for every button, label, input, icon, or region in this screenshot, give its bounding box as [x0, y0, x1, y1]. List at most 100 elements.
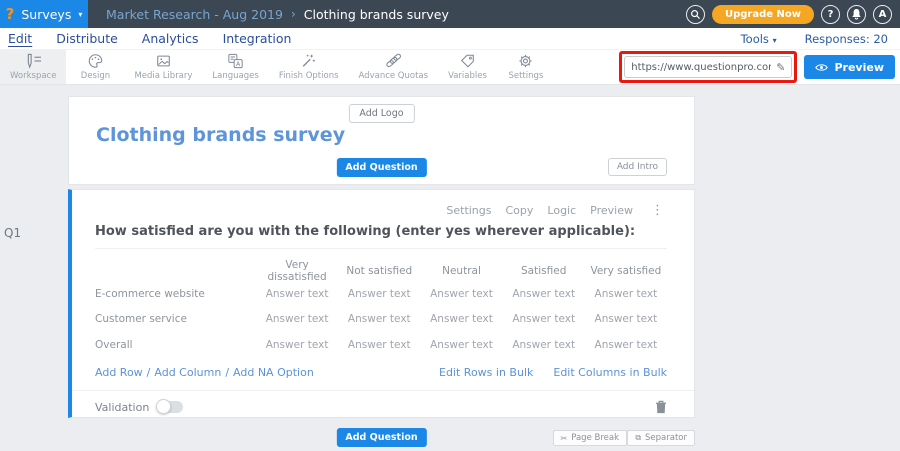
question-card: Settings Copy Logic Preview ⋮ How satisf…: [68, 189, 695, 418]
grid-row: Customer service Answer text Answer text…: [95, 307, 667, 333]
answer-cell[interactable]: Answer text: [503, 288, 585, 300]
toolbar-item-label: Languages: [212, 71, 258, 81]
question-mark-icon: ?: [828, 9, 834, 20]
toolbar-item-languages[interactable]: A Languages: [202, 50, 268, 84]
answer-cell[interactable]: Answer text: [256, 339, 338, 351]
help-button[interactable]: ?: [821, 5, 840, 24]
product-label: Surveys: [21, 7, 71, 22]
responses-count-link[interactable]: Responses: 20: [805, 32, 888, 46]
add-question-button-top[interactable]: Add Question: [336, 158, 426, 177]
answer-cell[interactable]: Answer text: [420, 339, 502, 351]
toolbar-item-workspace[interactable]: Workspace: [0, 50, 66, 84]
answer-cell[interactable]: Answer text: [338, 288, 420, 300]
divider: [95, 248, 667, 249]
svg-text:A: A: [236, 61, 241, 68]
question-actions: Settings Copy Logic Preview ⋮: [446, 203, 664, 218]
answer-cell[interactable]: Answer text: [585, 339, 667, 351]
divider: [72, 390, 694, 391]
notifications-button[interactable]: [847, 5, 866, 24]
toolbar-item-variables[interactable]: Variables: [438, 50, 497, 84]
survey-header-card: Add Logo Clothing brands survey Add Ques…: [68, 96, 695, 185]
question-copy-link[interactable]: Copy: [506, 204, 534, 217]
edit-columns-in-bulk-link[interactable]: Edit Columns in Bulk: [553, 366, 667, 379]
answer-cell[interactable]: Answer text: [256, 313, 338, 325]
tab-integration[interactable]: Integration: [223, 31, 292, 46]
add-na-option-link[interactable]: Add NA Option: [233, 366, 314, 379]
page-break-button[interactable]: ✂ Page Break: [553, 430, 627, 446]
preview-label: Preview: [834, 61, 884, 74]
row-label[interactable]: E-commerce website: [95, 288, 256, 300]
column-header[interactable]: Very satisfied: [585, 265, 667, 277]
row-label[interactable]: Overall: [95, 339, 256, 351]
workspace-icon: [24, 53, 43, 69]
add-logo-button[interactable]: Add Logo: [348, 104, 414, 123]
add-row-link[interactable]: Add Row: [95, 366, 143, 379]
toolbar-item-settings[interactable]: Settings: [497, 50, 555, 84]
delete-question-button[interactable]: [655, 400, 667, 414]
add-question-button-bottom[interactable]: Add Question: [336, 428, 426, 447]
question-text[interactable]: How satisfied are you with the following…: [95, 224, 667, 239]
toggle-knob: [156, 399, 171, 414]
survey-url-input[interactable]: [631, 62, 771, 73]
breadcrumb-parent-link[interactable]: Market Research - Aug 2019: [106, 7, 283, 22]
menubar-right: Tools ▾ Responses: 20: [741, 32, 888, 46]
add-column-link[interactable]: Add Column: [154, 366, 221, 379]
separator-button[interactable]: ⧉ Separator: [627, 430, 695, 446]
answer-cell[interactable]: Answer text: [420, 313, 502, 325]
chevron-down-icon: ▾: [773, 36, 777, 45]
answer-cell[interactable]: Answer text: [420, 288, 502, 300]
trash-icon: [655, 400, 667, 414]
question-logic-link[interactable]: Logic: [547, 204, 576, 217]
scissors-icon: ✂: [561, 434, 568, 443]
toolbar-item-media-library[interactable]: Media Library: [124, 50, 202, 84]
answer-cell[interactable]: Answer text: [585, 313, 667, 325]
account-avatar[interactable]: A: [873, 5, 892, 24]
add-intro-button[interactable]: Add Intro: [608, 158, 667, 176]
answer-cell[interactable]: Answer text: [585, 288, 667, 300]
upgrade-now-button[interactable]: Upgrade Now: [712, 5, 814, 24]
tab-edit[interactable]: Edit: [8, 31, 32, 46]
survey-canvas: Q1 Add Logo Clothing brands survey Add Q…: [0, 85, 900, 451]
search-icon: [690, 9, 701, 20]
tab-distribute[interactable]: Distribute: [56, 31, 118, 46]
tools-dropdown[interactable]: Tools ▾: [741, 32, 777, 46]
grid-row: Overall Answer text Answer text Answer t…: [95, 332, 667, 358]
topbar: ? Surveys ▾ Market Research - Aug 2019 ›…: [0, 0, 900, 28]
toolbar-item-label: Variables: [448, 71, 487, 81]
toolbar-item-label: Media Library: [134, 71, 192, 81]
edit-rows-in-bulk-link[interactable]: Edit Rows in Bulk: [439, 366, 533, 379]
toolbar-item-label: Design: [81, 71, 110, 81]
validation-toggle[interactable]: [157, 401, 183, 413]
question-preview-link[interactable]: Preview: [590, 204, 633, 217]
answer-cell[interactable]: Answer text: [256, 288, 338, 300]
preview-button[interactable]: Preview: [804, 55, 895, 79]
toolbar-item-design[interactable]: Design: [66, 50, 124, 84]
question-settings-link[interactable]: Settings: [446, 204, 491, 217]
questionpro-survey-editor: ? Surveys ▾ Market Research - Aug 2019 ›…: [0, 0, 900, 451]
column-header[interactable]: Satisfied: [503, 265, 585, 277]
column-header[interactable]: Neutral: [420, 265, 502, 277]
toolbar-item-advance-quotas[interactable]: Advance Quotas: [349, 50, 439, 84]
toolbar-item-finish-options[interactable]: Finish Options: [269, 50, 349, 84]
separator-label: Separator: [645, 433, 687, 443]
more-options-icon[interactable]: ⋮: [651, 203, 664, 218]
answer-cell[interactable]: Answer text: [503, 313, 585, 325]
media-library-icon: [155, 53, 172, 69]
topbar-actions: Upgrade Now ? A: [686, 5, 892, 24]
survey-title[interactable]: Clothing brands survey: [96, 124, 345, 146]
breadcrumb: Market Research - Aug 2019 › Clothing br…: [106, 7, 449, 22]
column-header[interactable]: Not satisfied: [338, 265, 420, 277]
page-break-label: Page Break: [571, 433, 619, 443]
answer-cell[interactable]: Answer text: [338, 339, 420, 351]
answer-cell[interactable]: Answer text: [338, 313, 420, 325]
answer-cell[interactable]: Answer text: [503, 339, 585, 351]
row-label[interactable]: Customer service: [95, 313, 256, 325]
edit-url-pencil-icon[interactable]: ✎: [776, 61, 785, 74]
surveys-product-dropdown[interactable]: ? Surveys ▾: [0, 0, 88, 28]
tab-analytics[interactable]: Analytics: [142, 31, 199, 46]
grid-row: E-commerce website Answer text Answer te…: [95, 281, 667, 307]
chevron-down-icon: ▾: [78, 10, 82, 19]
search-button[interactable]: [686, 5, 705, 24]
question-answer-grid: Very dissatisfied Not satisfied Neutral …: [95, 259, 667, 358]
column-header[interactable]: Very dissatisfied: [256, 259, 338, 283]
